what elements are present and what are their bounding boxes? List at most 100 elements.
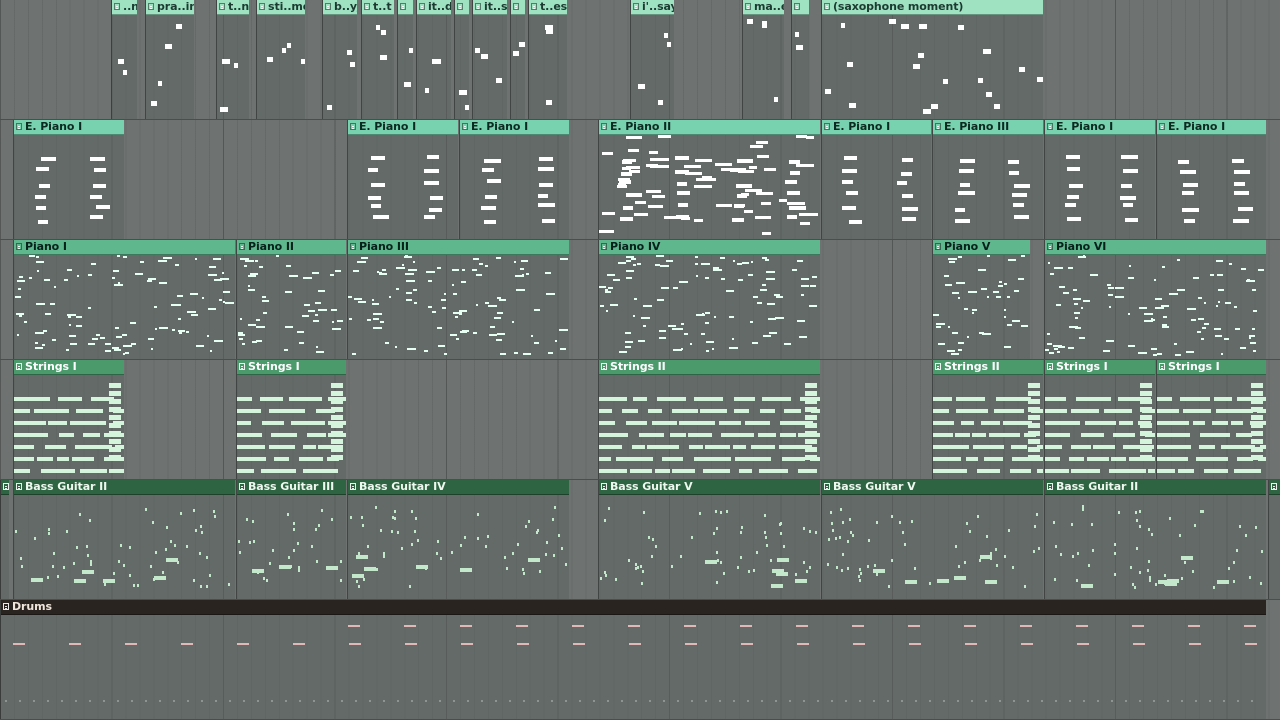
clip-header[interactable]: (saxophone moment) xyxy=(822,0,1043,15)
clip-header[interactable]: ma..e xyxy=(743,0,784,15)
vocals-clip[interactable] xyxy=(791,0,809,119)
vocals-clip[interactable]: ma..e xyxy=(742,0,784,119)
clip-header[interactable]: E. Piano I xyxy=(1045,120,1155,135)
clip-header[interactable]: Bass Guitar II xyxy=(1045,480,1266,495)
pattern-menu-icon[interactable] xyxy=(824,483,830,490)
epiano-clip[interactable]: E. Piano I xyxy=(347,120,458,239)
clip-header[interactable]: E. Piano I xyxy=(348,120,458,135)
pattern-menu-icon[interactable] xyxy=(1047,123,1053,130)
pattern-menu-icon[interactable] xyxy=(325,3,331,10)
clip-header[interactable]: Piano II xyxy=(237,240,346,255)
vocals-clip[interactable]: t..es xyxy=(528,0,567,119)
pattern-menu-icon[interactable] xyxy=(419,3,425,10)
pattern-menu-icon[interactable] xyxy=(935,363,941,370)
strings-clip[interactable]: Strings II xyxy=(598,360,820,479)
clip-header[interactable]: t..es xyxy=(529,0,567,15)
clip-header[interactable]: Strings I xyxy=(1157,360,1266,375)
clip-header[interactable]: sti..me xyxy=(257,0,305,15)
vocals-clip[interactable] xyxy=(510,0,525,119)
pattern-menu-icon[interactable] xyxy=(1047,243,1053,250)
pattern-menu-icon[interactable] xyxy=(239,483,245,490)
vocals-clip[interactable]: b..y, xyxy=(322,0,357,119)
strings-clip[interactable]: Strings I xyxy=(13,360,124,479)
pattern-menu-icon[interactable] xyxy=(16,243,22,250)
clip-header[interactable]: Bass Guitar III xyxy=(237,480,346,495)
clip-header[interactable]: Drums xyxy=(1,600,1266,615)
clip-header[interactable]: Bass Guitar IV xyxy=(348,480,569,495)
pattern-menu-icon[interactable] xyxy=(3,603,9,610)
pattern-menu-icon[interactable] xyxy=(633,3,639,10)
pattern-menu-icon[interactable] xyxy=(745,3,751,10)
pattern-menu-icon[interactable] xyxy=(475,3,481,10)
clip-header[interactable] xyxy=(398,0,413,15)
pattern-menu-icon[interactable] xyxy=(513,3,519,10)
bass-clip[interactable]: Bass Guitar III xyxy=(236,480,346,599)
pattern-menu-icon[interactable] xyxy=(935,123,941,130)
epiano-clip[interactable]: E. Piano I xyxy=(13,120,124,239)
clip-header[interactable]: Strings I xyxy=(14,360,124,375)
clip-header[interactable]: Piano I xyxy=(14,240,235,255)
piano-clip[interactable]: Piano III xyxy=(347,240,569,359)
clip-header[interactable]: Bass Guitar V xyxy=(822,480,1043,495)
piano-clip[interactable]: Piano II xyxy=(236,240,346,359)
bass-clip[interactable]: Bass Guitar II xyxy=(1044,480,1266,599)
pattern-menu-icon[interactable] xyxy=(219,3,225,10)
clip-header[interactable]: Bass Guitar V xyxy=(599,480,820,495)
pattern-menu-icon[interactable] xyxy=(824,3,830,10)
pattern-menu-icon[interactable] xyxy=(400,3,406,10)
epiano-clip[interactable]: E. Piano I xyxy=(459,120,569,239)
pattern-menu-icon[interactable] xyxy=(531,3,537,10)
vocals-clip[interactable]: t..n xyxy=(216,0,249,119)
bass-clip[interactable] xyxy=(1268,480,1280,599)
bass-clip[interactable]: Bass Guitar V xyxy=(821,480,1043,599)
clip-header[interactable]: t..t xyxy=(362,0,394,15)
strings-clip[interactable]: Strings II xyxy=(932,360,1043,479)
clip-header[interactable]: E. Piano I xyxy=(1157,120,1266,135)
epiano-clip[interactable]: E. Piano I xyxy=(1044,120,1155,239)
piano-clip[interactable]: Piano V xyxy=(932,240,1030,359)
pattern-menu-icon[interactable] xyxy=(935,243,941,250)
piano-clip[interactable]: Piano IV xyxy=(598,240,820,359)
playlist-area[interactable]: ..npra..int..nsti..meb..y,t..tit..dit..s… xyxy=(0,0,1280,720)
pattern-menu-icon[interactable] xyxy=(1047,483,1053,490)
clip-header[interactable]: Piano V xyxy=(933,240,1030,255)
pattern-menu-icon[interactable] xyxy=(350,243,356,250)
bass-clip[interactable]: Bass Guitar V xyxy=(598,480,820,599)
clip-header[interactable] xyxy=(455,0,469,15)
clip-header[interactable]: E. Piano I xyxy=(14,120,124,135)
clip-header[interactable]: t..n xyxy=(217,0,249,15)
pattern-menu-icon[interactable] xyxy=(824,123,830,130)
pattern-menu-icon[interactable] xyxy=(114,3,120,10)
pattern-menu-icon[interactable] xyxy=(1159,123,1165,130)
pattern-menu-icon[interactable] xyxy=(457,3,463,10)
clip-header[interactable]: E. Piano III xyxy=(933,120,1043,135)
clip-header[interactable]: Strings II xyxy=(599,360,820,375)
pattern-menu-icon[interactable] xyxy=(16,123,22,130)
vocals-clip[interactable]: (saxophone moment) xyxy=(821,0,1043,119)
pattern-menu-icon[interactable] xyxy=(16,363,22,370)
vocals-clip[interactable]: t..t xyxy=(361,0,394,119)
pattern-menu-icon[interactable] xyxy=(1047,363,1053,370)
piano-clip[interactable]: Piano VI xyxy=(1044,240,1266,359)
pattern-menu-icon[interactable] xyxy=(364,3,370,10)
bass-clip[interactable]: Bass Guitar IV xyxy=(347,480,569,599)
strings-clip[interactable]: Strings I xyxy=(1044,360,1155,479)
epiano-clip[interactable]: E. Piano II xyxy=(598,120,820,239)
vocals-clip[interactable]: pra..in xyxy=(145,0,194,119)
epiano-clip[interactable]: E. Piano I xyxy=(1156,120,1266,239)
clip-header[interactable]: Strings I xyxy=(1045,360,1155,375)
clip-header[interactable] xyxy=(1269,480,1280,495)
clip-header[interactable] xyxy=(792,0,809,15)
strings-clip[interactable]: Strings I xyxy=(1156,360,1266,479)
strings-clip[interactable]: Strings I xyxy=(236,360,346,479)
clip-header[interactable]: pra..in xyxy=(146,0,194,15)
pattern-menu-icon[interactable] xyxy=(601,123,607,130)
pattern-menu-icon[interactable] xyxy=(462,123,468,130)
clip-header[interactable] xyxy=(511,0,525,15)
clip-header[interactable]: Strings II xyxy=(933,360,1043,375)
pattern-menu-icon[interactable] xyxy=(350,483,356,490)
vocals-clip[interactable]: i'..say xyxy=(630,0,674,119)
pattern-menu-icon[interactable] xyxy=(601,363,607,370)
vocals-clip[interactable]: it..d xyxy=(416,0,451,119)
pattern-menu-icon[interactable] xyxy=(239,243,245,250)
